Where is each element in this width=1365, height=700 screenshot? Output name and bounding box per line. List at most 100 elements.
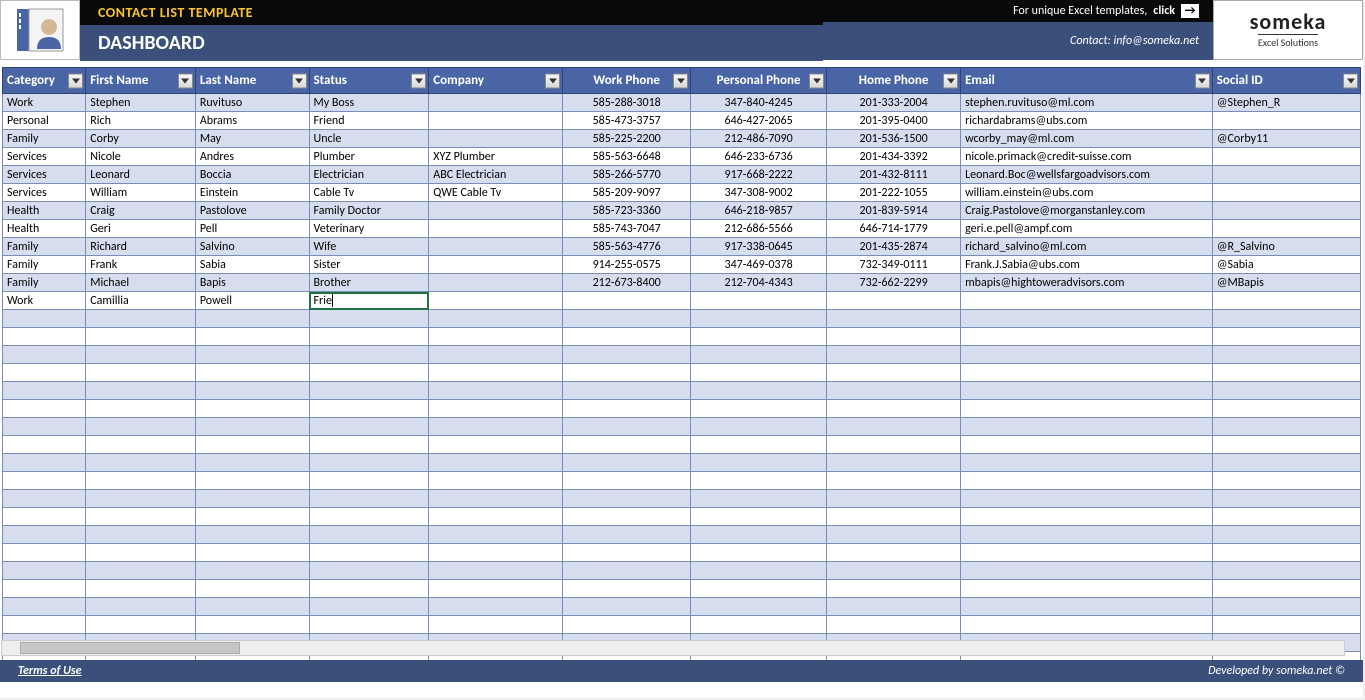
cell-social[interactable] [1212,454,1360,472]
cell-work_phone[interactable] [563,436,691,454]
table-row[interactable] [3,490,1361,508]
column-header-status[interactable]: Status [309,68,429,94]
cell-personal_phone[interactable] [691,418,827,436]
cell-home_phone[interactable] [827,364,961,382]
cell-email[interactable] [961,616,1213,634]
cell-last[interactable]: Pell [195,220,309,238]
cell-status[interactable]: Brother [309,274,429,292]
filter-dropdown-icon[interactable] [411,73,426,88]
cell-category[interactable]: Health [3,202,86,220]
cell-home_phone[interactable]: 201-333-2004 [827,94,961,112]
cell-home_phone[interactable] [827,382,961,400]
cell-home_phone[interactable]: 732-349-0111 [827,256,961,274]
cell-last[interactable] [195,436,309,454]
cell-last[interactable] [195,526,309,544]
cell-last[interactable] [195,472,309,490]
cell-company[interactable] [429,508,563,526]
cell-work_phone[interactable] [563,292,691,310]
cell-status[interactable] [309,382,429,400]
cell-first[interactable] [86,418,196,436]
cell-personal_phone[interactable]: 212-686-5566 [691,220,827,238]
table-row[interactable] [3,400,1361,418]
cell-work_phone[interactable] [563,562,691,580]
cell-category[interactable]: Family [3,130,86,148]
cell-last[interactable]: Ruvituso [195,94,309,112]
cell-category[interactable]: Family [3,256,86,274]
table-row[interactable]: ServicesWilliamEinsteinCable TvQWE Cable… [3,184,1361,202]
cell-personal_phone[interactable]: 917-338-0645 [691,238,827,256]
cell-work_phone[interactable]: 585-266-5770 [563,166,691,184]
table-row[interactable] [3,508,1361,526]
cell-category[interactable] [3,328,86,346]
column-header-personal_phone[interactable]: Personal Phone [691,68,827,94]
cell-first[interactable]: Leonard [86,166,196,184]
cell-work_phone[interactable]: 585-288-3018 [563,94,691,112]
cell-personal_phone[interactable] [691,508,827,526]
cell-home_phone[interactable]: 201-222-1055 [827,184,961,202]
cell-email[interactable] [961,562,1213,580]
cell-home_phone[interactable] [827,436,961,454]
column-header-social[interactable]: Social ID [1212,68,1360,94]
cell-email[interactable]: Craig.Pastolove@morganstanley.com [961,202,1213,220]
cell-personal_phone[interactable] [691,310,827,328]
cell-last[interactable]: Einstein [195,184,309,202]
cell-company[interactable]: ABC Electrician [429,166,563,184]
cell-email[interactable] [961,328,1213,346]
table-row[interactable] [3,310,1361,328]
cell-personal_phone[interactable]: 347-469-0378 [691,256,827,274]
cell-work_phone[interactable] [563,454,691,472]
cell-email[interactable] [961,490,1213,508]
cell-work_phone[interactable]: 585-209-9097 [563,184,691,202]
cell-work_phone[interactable] [563,328,691,346]
table-row[interactable] [3,382,1361,400]
cell-email[interactable] [961,454,1213,472]
cell-first[interactable] [86,436,196,454]
cell-first[interactable] [86,508,196,526]
cell-status[interactable]: Veterinary [309,220,429,238]
cell-first[interactable]: Stephen [86,94,196,112]
table-row[interactable] [3,436,1361,454]
cell-work_phone[interactable] [563,616,691,634]
cell-personal_phone[interactable]: 646-233-6736 [691,148,827,166]
cell-category[interactable]: Family [3,274,86,292]
cell-social[interactable]: @R_Salvino [1212,238,1360,256]
filter-dropdown-icon[interactable] [292,73,307,88]
cell-personal_phone[interactable]: 347-840-4245 [691,94,827,112]
cell-personal_phone[interactable] [691,454,827,472]
column-header-company[interactable]: Company [429,68,563,94]
cell-social[interactable] [1212,580,1360,598]
cell-status[interactable] [309,544,429,562]
cell-last[interactable]: May [195,130,309,148]
cell-home_phone[interactable]: 732-662-2299 [827,274,961,292]
cell-company[interactable]: XYZ Plumber [429,148,563,166]
cell-company[interactable] [429,454,563,472]
cell-first[interactable]: William [86,184,196,202]
cell-work_phone[interactable]: 585-743-7047 [563,220,691,238]
cell-company[interactable] [429,238,563,256]
cell-home_phone[interactable] [827,310,961,328]
table-row[interactable] [3,472,1361,490]
cell-home_phone[interactable] [827,328,961,346]
cell-email[interactable]: richardabrams@ubs.com [961,112,1213,130]
table-row[interactable]: PersonalRichAbramsFriend585-473-3757646-… [3,112,1361,130]
filter-dropdown-icon[interactable] [178,73,193,88]
cell-company[interactable] [429,562,563,580]
cell-last[interactable] [195,454,309,472]
cell-work_phone[interactable]: 585-473-3757 [563,112,691,130]
cell-social[interactable] [1212,220,1360,238]
someka-logo[interactable]: someka Excel Solutions [1213,0,1363,60]
cell-first[interactable]: Richard [86,238,196,256]
cell-social[interactable] [1212,562,1360,580]
cell-social[interactable] [1212,202,1360,220]
cell-first[interactable]: Craig [86,202,196,220]
cell-social[interactable] [1212,490,1360,508]
cell-social[interactable] [1212,346,1360,364]
cell-category[interactable] [3,364,86,382]
cell-category[interactable] [3,382,86,400]
cell-status[interactable] [309,472,429,490]
column-header-home_phone[interactable]: Home Phone [827,68,961,94]
cell-first[interactable]: Camillia [86,292,196,310]
cell-home_phone[interactable] [827,472,961,490]
cell-company[interactable] [429,112,563,130]
cell-status[interactable]: Electrician [309,166,429,184]
